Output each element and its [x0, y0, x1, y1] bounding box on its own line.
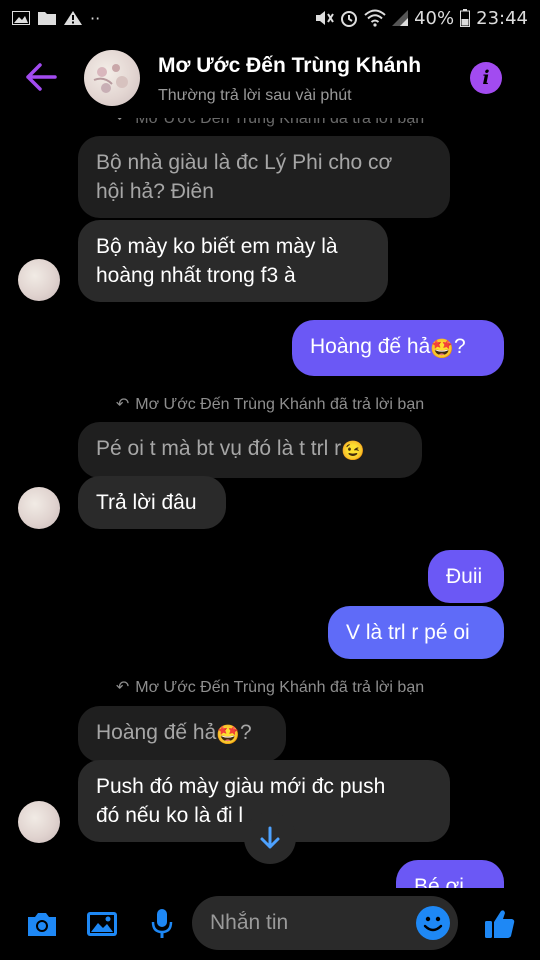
- status-bar: ·· 40% 23:44: [0, 0, 540, 36]
- battery-icon: [460, 9, 471, 27]
- sender-avatar[interactable]: [18, 259, 60, 301]
- outgoing-message-bubble[interactable]: Hoàng đế hả🤩?: [292, 320, 504, 376]
- warning-notification-icon: [64, 11, 82, 25]
- reply-arrow-icon: ↶: [115, 118, 130, 127]
- sender-avatar[interactable]: [18, 801, 60, 843]
- microphone-icon: [151, 909, 173, 938]
- quoted-message-bubble[interactable]: Bộ nhà giàu là đc Lý Phi cho cơ hội hả? …: [78, 136, 450, 218]
- avatar-image: [93, 64, 128, 93]
- star-struck-emoji-icon: 🤩: [216, 725, 240, 746]
- more-notifications-icon: ··: [90, 8, 101, 28]
- reply-note: ↶ Mơ Ước Đến Trùng Khánh đã trả lời bạn: [0, 118, 540, 128]
- scroll-to-bottom-button[interactable]: [244, 812, 296, 864]
- like-button[interactable]: [482, 906, 518, 942]
- wifi-icon: [364, 9, 386, 27]
- conversation-header: Mơ Ước Đến Trùng Khánh Thường trả lời sa…: [0, 36, 540, 118]
- folder-notification-icon: [38, 12, 56, 25]
- signal-icon: [392, 10, 409, 26]
- gallery-button[interactable]: [84, 906, 120, 942]
- system-status: 40% 23:44: [314, 8, 528, 29]
- message-list[interactable]: ↶ Mơ Ước Đến Trùng Khánh đã trả lời bạn B…: [0, 118, 540, 888]
- image-notification-icon: [12, 11, 30, 25]
- clock: 23:44: [476, 7, 528, 29]
- back-arrow-icon[interactable]: [24, 62, 58, 92]
- incoming-message-bubble[interactable]: Bộ mày ko biết em mày là hoàng nhất tron…: [78, 220, 388, 302]
- outgoing-message-bubble[interactable]: V là trl r pé oi: [328, 606, 504, 659]
- battery-percent: 40%: [414, 7, 455, 29]
- message-line: Bộ mày ko biết em mày là: [96, 235, 338, 258]
- info-icon[interactable]: i: [470, 62, 502, 94]
- message-line: hội hả? Điên: [96, 180, 214, 203]
- quoted-message-bubble[interactable]: Hoàng đế hả🤩?: [78, 706, 286, 762]
- reply-note: ↶ Mơ Ước Đến Trùng Khánh đã trả lời bạn: [0, 677, 540, 697]
- message-text: V là trl r pé oi: [346, 621, 470, 644]
- outgoing-message-bubble[interactable]: Đuii: [428, 550, 504, 603]
- smiley-face: [423, 916, 443, 932]
- reply-note-text: Mơ Ước Đến Trùng Khánh đã trả lời bạn: [135, 679, 425, 696]
- message-line: Bộ nhà giàu là đc Lý Phi cho cơ: [96, 151, 393, 174]
- message-input[interactable]: [210, 896, 410, 950]
- outgoing-message-bubble[interactable]: Bé ơi: [396, 860, 504, 888]
- sender-avatar[interactable]: [18, 487, 60, 529]
- message-text-suffix: ?: [239, 721, 252, 744]
- contact-avatar[interactable]: [84, 50, 140, 106]
- message-text: Trả lời đâu: [96, 491, 197, 514]
- message-line: Push đó mày giàu mới đc push: [96, 775, 386, 798]
- response-time-status: Thường trả lời sau vài phút: [158, 87, 352, 104]
- message-input-wrapper: [192, 896, 458, 950]
- notification-icons: ··: [12, 9, 100, 28]
- quoted-message-bubble[interactable]: Pé oi t mà bt vụ đó là t trl r😉: [78, 422, 422, 478]
- gallery-icon: [87, 912, 117, 936]
- camera-button[interactable]: [24, 906, 60, 942]
- arrow-down-icon: [260, 826, 280, 849]
- message-composer: [0, 888, 540, 960]
- thumbs-up-icon: [485, 910, 515, 938]
- message-line: hoàng nhất trong f3 à: [96, 264, 296, 287]
- contact-name[interactable]: Mơ Ước Đến Trùng Khánh: [158, 54, 421, 78]
- emoji-icon[interactable]: [416, 906, 450, 940]
- winking-emoji-icon: 😉: [341, 441, 365, 462]
- message-text: Đuii: [446, 565, 483, 588]
- reply-note-text: Mơ Ước Đến Trùng Khánh đã trả lời bạn: [135, 396, 425, 413]
- microphone-button[interactable]: [144, 906, 180, 942]
- message-text-suffix: ?: [453, 335, 466, 358]
- reply-arrow-icon: ↶: [115, 396, 130, 413]
- message-text: Pé oi t mà bt vụ đó là t trl r: [96, 437, 342, 460]
- mute-icon: [316, 11, 334, 25]
- alarm-icon: [341, 11, 358, 27]
- message-text: Hoàng đế hả: [310, 335, 431, 358]
- camera-icon: [28, 913, 56, 936]
- star-struck-emoji-icon: 🤩: [430, 339, 454, 360]
- reply-note: ↶ Mơ Ước Đến Trùng Khánh đã trả lời bạn: [0, 394, 540, 414]
- message-text: Bé ơi: [414, 875, 464, 888]
- message-text: Hoàng đế hả: [96, 721, 217, 744]
- incoming-message-bubble[interactable]: Trả lời đâu: [78, 476, 226, 529]
- reply-note-text: Mơ Ước Đến Trùng Khánh đã trả lời bạn: [135, 118, 425, 127]
- reply-arrow-icon: ↶: [115, 679, 130, 696]
